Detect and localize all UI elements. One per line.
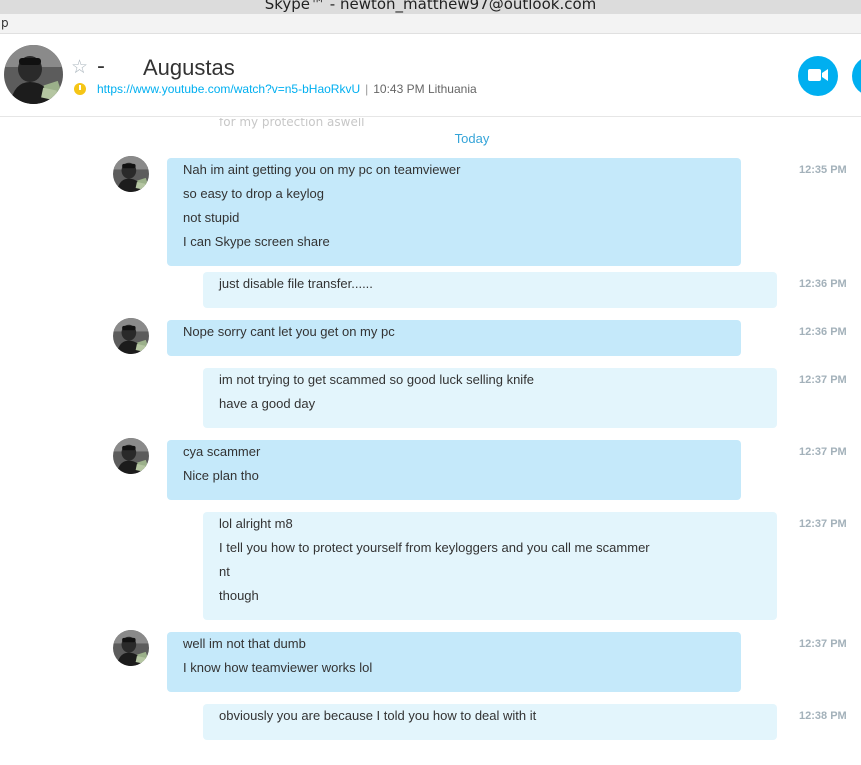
sender-avatar[interactable] (113, 438, 149, 474)
incoming-message-bubble[interactable]: well im not that dumb I know how teamview… (167, 632, 741, 692)
message-text-line: so easy to drop a keylog (183, 186, 324, 201)
message-timestamp: 12:37 PM (799, 518, 847, 530)
message-timestamp: 12:38 PM (799, 710, 847, 722)
message-text-line: just disable file transfer...... (219, 276, 373, 291)
message-history[interactable]: for my protection aswell Today Nah im ai… (0, 118, 861, 765)
message-timestamp: 12:35 PM (799, 164, 847, 176)
message-text-line: not stupid (183, 210, 240, 225)
message-text-line: obviously you are because I told you how… (219, 708, 537, 723)
mood-link[interactable]: https://www.youtube.com/watch?v=n5-bHaoR… (97, 82, 360, 96)
outgoing-message-bubble[interactable]: obviously you are because I told you how… (203, 704, 777, 740)
message-timestamp: 12:37 PM (799, 446, 847, 458)
message-text-line: cya scammer (183, 444, 261, 459)
window-title: Skype™ - newton_matthew97@outlook.com (264, 0, 597, 13)
sender-avatar[interactable] (113, 318, 149, 354)
incoming-message-bubble[interactable]: Nah im aint getting you on my pc on team… (167, 158, 741, 266)
sender-avatar[interactable] (113, 630, 149, 666)
outgoing-message-bubble[interactable]: im not trying to get scammed so good luc… (203, 368, 777, 428)
message-text-line: Nope sorry cant let you get on my pc (183, 324, 395, 339)
message-text-line: Nice plan tho (183, 468, 259, 483)
message-text-line: have a good day (219, 396, 316, 411)
conversation-header: ☆ - Augustas https://www.youtube.com/wat… (0, 35, 861, 117)
incoming-message-bubble[interactable]: Nope sorry cant let you get on my pc (167, 320, 741, 356)
message-text-line: im not trying to get scammed so good luc… (219, 372, 535, 387)
message-text-line: I can Skype screen share (183, 234, 330, 249)
message-text-line: Nah im aint getting you on my pc on team… (183, 162, 461, 177)
message-text-line: nt (219, 564, 230, 579)
date-divider: Today (454, 131, 490, 146)
window-titlebar: Skype™ - newton_matthew97@outlook.com (0, 0, 861, 14)
away-clock-icon (74, 83, 86, 95)
previous-message-faded: for my protection aswell (219, 118, 365, 129)
outgoing-message-bubble[interactable]: just disable file transfer...... (203, 272, 777, 308)
video-camera-icon (808, 69, 828, 81)
mood-message: https://www.youtube.com/watch?v=n5-bHaoR… (97, 82, 477, 96)
menu-bar: p (0, 14, 861, 34)
contact-local-time: 10:43 PM Lithuania (373, 82, 477, 96)
contact-name-prefix: - (97, 54, 105, 79)
message-text-line: though (219, 588, 259, 603)
message-timestamp: 12:36 PM (799, 278, 847, 290)
outgoing-message-bubble[interactable]: lol alright m8 I tell you how to protect … (203, 512, 777, 620)
sender-avatar[interactable] (113, 156, 149, 192)
message-text-line: I tell you how to protect yourself from … (219, 540, 650, 555)
audio-call-button[interactable] (852, 56, 861, 96)
favorite-star-icon[interactable]: ☆ (71, 56, 88, 78)
message-timestamp: 12:37 PM (799, 374, 847, 386)
message-timestamp: 12:37 PM (799, 638, 847, 650)
menu-item-fragment[interactable]: p (1, 16, 9, 30)
contact-avatar[interactable] (4, 45, 63, 104)
message-text-line: well im not that dumb (183, 636, 306, 651)
message-text-line: I know how teamviewer works lol (183, 660, 373, 675)
mood-separator: | (365, 82, 369, 96)
contact-name: Augustas (143, 55, 235, 80)
incoming-message-bubble[interactable]: cya scammer Nice plan tho (167, 440, 741, 500)
video-call-button[interactable] (798, 56, 838, 96)
message-text-line: lol alright m8 (219, 516, 293, 531)
message-timestamp: 12:36 PM (799, 326, 847, 338)
